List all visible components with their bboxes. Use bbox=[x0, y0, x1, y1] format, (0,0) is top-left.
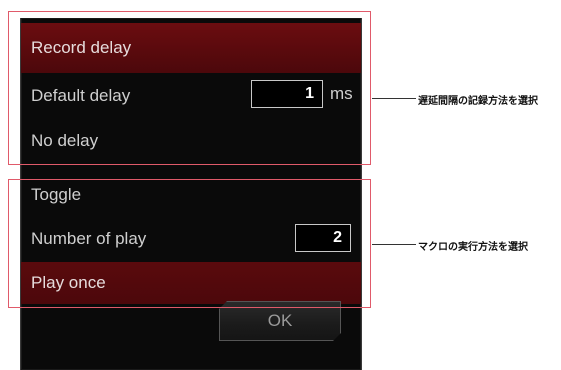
record-delay-annotation: 遅延間隔の記録方法を選択 bbox=[418, 96, 538, 107]
record-delay-highlight bbox=[8, 11, 371, 165]
play-mode-highlight bbox=[8, 179, 371, 308]
ok-button-label: OK bbox=[267, 311, 293, 330]
play-mode-callout-line bbox=[372, 244, 416, 245]
play-mode-annotation: マクロの実行方法を選択 bbox=[418, 242, 528, 253]
record-delay-callout-line bbox=[372, 98, 416, 99]
screenshot-stage: Record delay Default delay 1 ms No delay… bbox=[0, 0, 561, 370]
